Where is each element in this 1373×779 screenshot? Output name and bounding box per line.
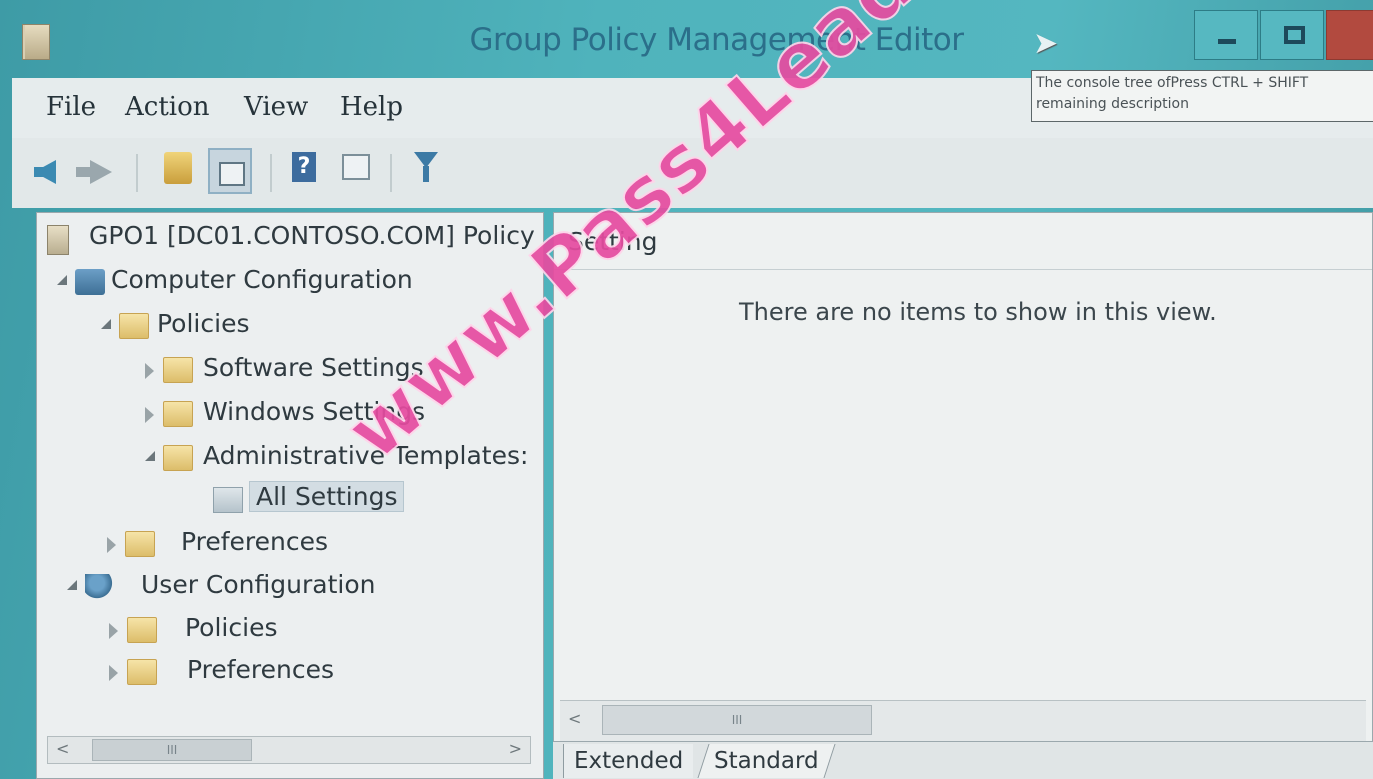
user-icon <box>85 574 115 600</box>
toolbar-separator <box>390 154 392 192</box>
toolbar-separator <box>270 154 272 192</box>
menu-action[interactable]: Action <box>125 92 210 122</box>
folder-icon <box>119 313 149 339</box>
back-arrow-icon[interactable] <box>34 160 56 184</box>
folder-icon <box>163 401 193 427</box>
tree-node-label: Policies <box>185 613 278 642</box>
menu-help[interactable]: Help <box>340 92 403 122</box>
view-tabs: Extended Standard <box>553 742 1373 779</box>
tree-node-label: Preferences <box>181 527 329 556</box>
show-hide-action-pane-icon[interactable] <box>342 154 370 180</box>
up-folder-icon[interactable] <box>164 152 192 184</box>
folder-icon <box>163 357 193 383</box>
collapsed-arrow-icon[interactable] <box>145 407 154 423</box>
help-icon[interactable]: ? <box>292 152 316 182</box>
result-pane[interactable]: Setting There are no items to show in th… <box>553 212 1373 742</box>
tab-standard-label: Standard <box>714 748 819 774</box>
tab-standard[interactable]: Standard <box>697 744 836 778</box>
tree-node-label: User Configuration <box>141 570 376 599</box>
collapsed-arrow-icon[interactable] <box>107 537 116 553</box>
scroll-left-icon[interactable]: < <box>56 739 69 758</box>
expanded-arrow-icon[interactable] <box>101 319 111 329</box>
close-button[interactable] <box>1326 10 1373 60</box>
menu-file[interactable]: File <box>46 92 96 122</box>
collapsed-arrow-icon[interactable] <box>145 363 154 379</box>
folder-icon <box>127 617 157 643</box>
maximize-button[interactable] <box>1260 10 1324 60</box>
result-horizontal-scrollbar[interactable]: < III <box>560 700 1366 741</box>
minimize-button[interactable] <box>1194 10 1258 60</box>
scroll-thumb[interactable]: III <box>602 705 872 735</box>
tree-horizontal-scrollbar[interactable]: < III > <box>47 736 531 764</box>
collapsed-arrow-icon[interactable] <box>109 623 118 639</box>
folder-icon <box>127 659 157 685</box>
empty-view-message: There are no items to show in this view. <box>739 298 1217 326</box>
show-hide-console-tree-icon[interactable] <box>208 148 252 194</box>
scroll-thumb[interactable]: III <box>92 739 252 761</box>
filter-icon[interactable] <box>414 152 438 182</box>
mouse-cursor-icon: ➤ <box>1033 26 1059 61</box>
menu-view[interactable]: View <box>244 92 308 122</box>
tree-node-label: Computer Configuration <box>111 265 413 294</box>
folder-icon <box>163 445 193 471</box>
gpo-icon <box>47 225 69 255</box>
collapsed-arrow-icon[interactable] <box>109 665 118 681</box>
toolbar-separator <box>136 154 138 192</box>
computer-icon <box>75 269 105 295</box>
title-bar[interactable]: Group Policy Management Editor ➤ <box>0 0 1373 78</box>
scroll-left-icon[interactable]: < <box>568 709 581 728</box>
folder-icon <box>125 531 155 557</box>
tooltip-line-1: The console tree ofPress CTRL + SHIFT <box>1036 75 1309 91</box>
tree-node-label: Policies <box>157 309 250 338</box>
tree-node-label: GPO1 [DC01.CONTOSO.COM] Policy <box>89 221 535 250</box>
tooltip-line-2: remaining description <box>1036 96 1189 112</box>
expanded-arrow-icon[interactable] <box>57 275 67 285</box>
expanded-arrow-icon[interactable] <box>67 580 77 590</box>
scroll-right-icon[interactable]: > <box>509 739 522 758</box>
expanded-arrow-icon[interactable] <box>145 451 155 461</box>
tooltip: The console tree ofPress CTRL + SHIFT re… <box>1031 70 1373 122</box>
window-title: Group Policy Management Editor <box>469 22 964 58</box>
tree-node-label: All Settings <box>249 481 405 512</box>
tab-extended[interactable]: Extended <box>563 744 694 778</box>
desktop-window: Group Policy Management Editor ➤ File Ac… <box>0 0 1373 779</box>
tree-node-label: Preferences <box>187 655 335 684</box>
forward-arrow-icon[interactable] <box>76 160 112 184</box>
all-settings-icon <box>213 487 243 513</box>
